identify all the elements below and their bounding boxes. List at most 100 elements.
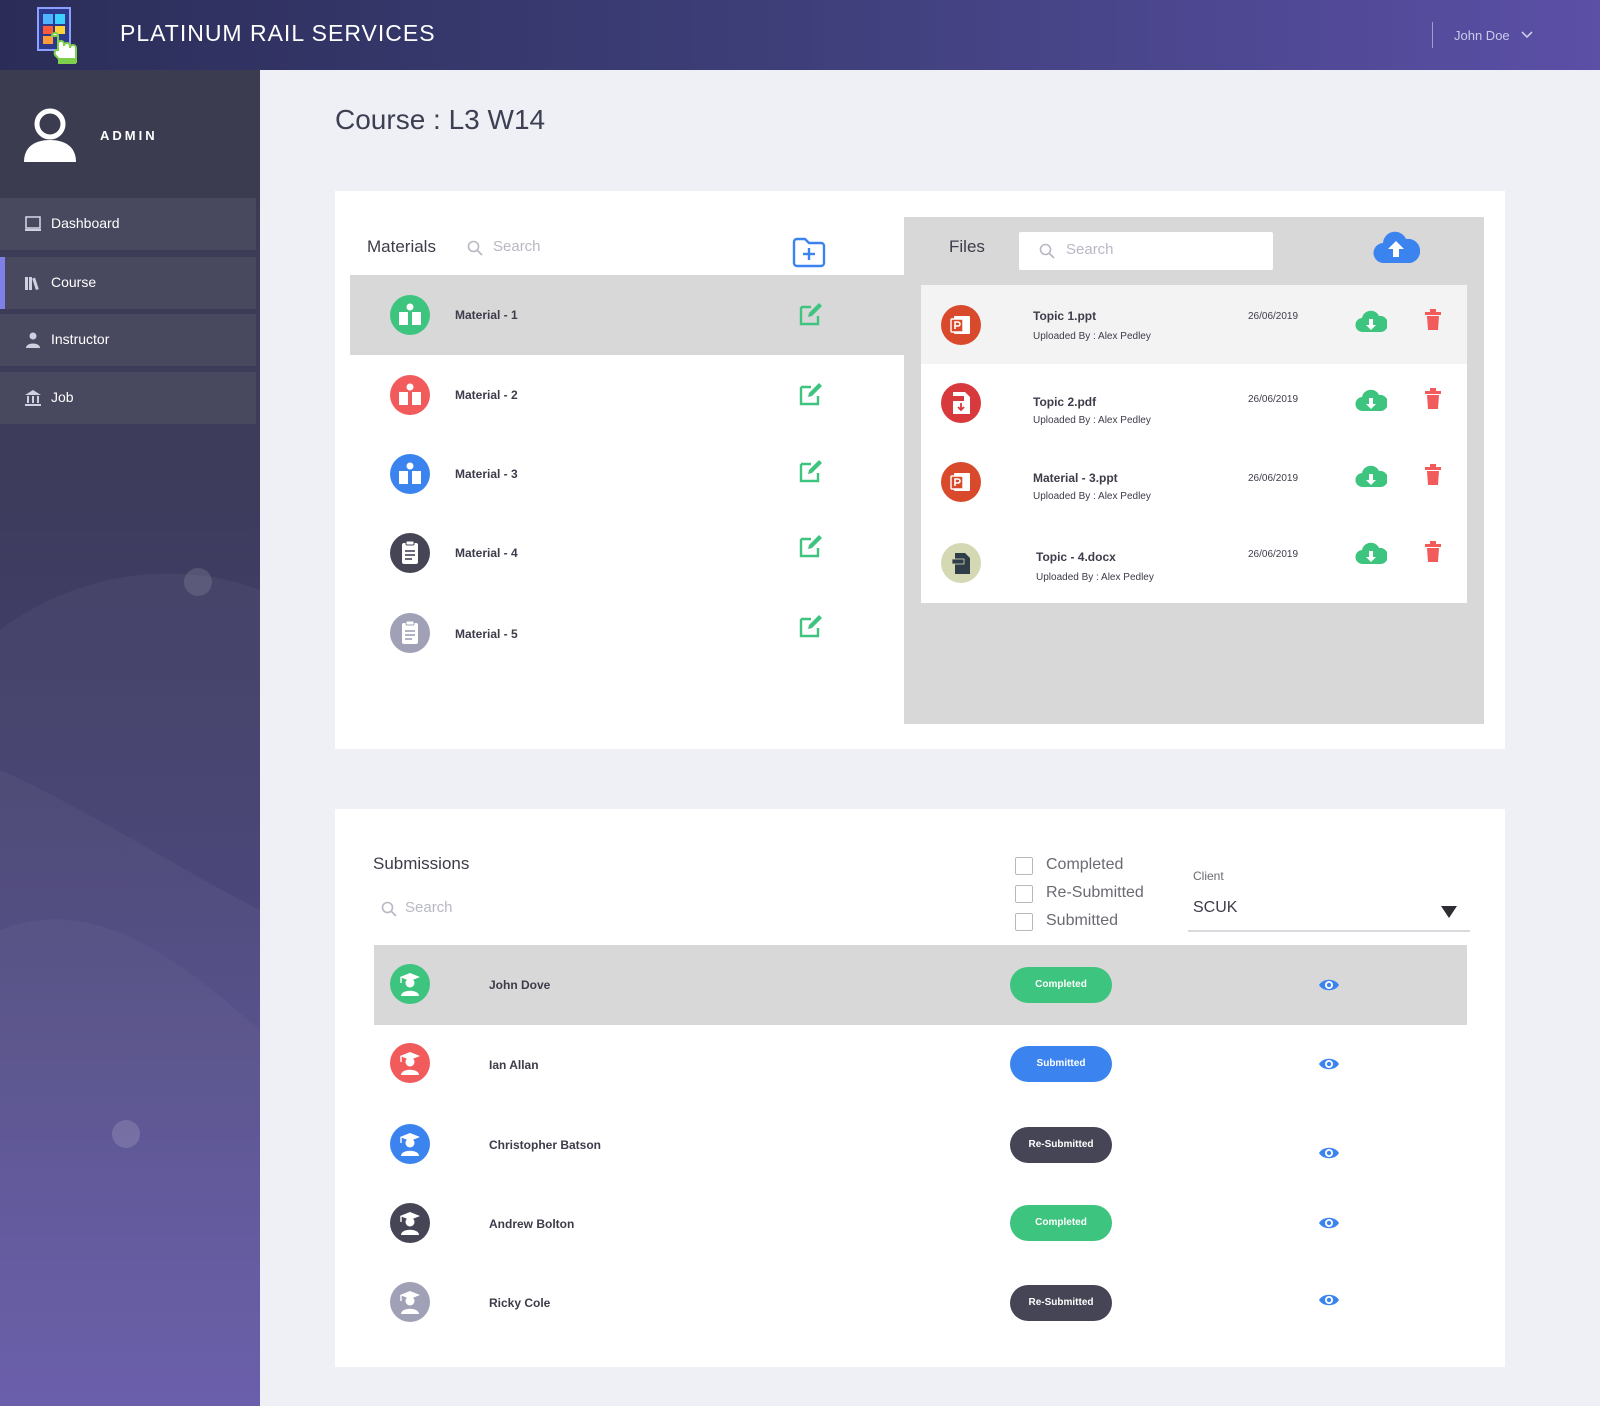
ppt-file-icon [941,462,981,502]
material-row[interactable]: Material - 1 [350,275,905,355]
files-panel: Files Search Topic 1.ppt Uploaded By : A… [904,217,1484,724]
submission-row[interactable]: Ian Allan Submitted [374,1025,1467,1105]
file-row[interactable]: Material - 3.ppt Uploaded By : Alex Pedl… [921,443,1467,522]
submitted-checkbox[interactable] [1015,913,1033,931]
submissions-card: Submissions Search Completed Re-Submitte… [335,809,1505,1367]
person-icon [26,332,40,348]
cloud-upload-icon[interactable] [1372,229,1420,265]
eye-icon[interactable] [1318,977,1340,993]
client-select[interactable]: SCUK [1193,899,1237,917]
materials-title: Materials [367,237,436,256]
student-name: Christopher Batson [489,1138,602,1152]
file-row[interactable]: Topic 2.pdf Uploaded By : Alex Pedley 26… [921,364,1467,443]
user-avatar-icon [24,108,76,162]
files-search-placeholder: Search [1066,241,1114,258]
material-row[interactable]: Material - 3 [350,434,905,514]
files-list: Topic 1.ppt Uploaded By : Alex Pedley 26… [921,285,1467,603]
resubmitted-checkbox[interactable] [1015,885,1033,903]
sidebar-item-course[interactable]: Course [0,257,256,309]
submitted-filter-label: Submitted [1046,912,1119,929]
ppt-file-icon [941,305,981,345]
file-row[interactable]: Topic 1.ppt Uploaded By : Alex Pedley 26… [921,285,1467,364]
completed-filter-label: Completed [1046,856,1124,873]
file-date: 26/06/2019 [1248,549,1299,560]
file-name: Material - 3.ppt [1033,471,1118,485]
top-bar: PLATINUM RAIL SERVICES John Doe [0,0,1600,70]
status-badge: Re-Submitted [1010,1285,1112,1321]
material-row[interactable]: Material - 5 [350,591,905,671]
admin-profile: ADMIN [0,70,260,198]
file-row[interactable]: Topic - 4.docx Uploaded By : Alex Pedley… [921,522,1467,601]
material-label: Material - 1 [455,308,518,322]
chevron-down-icon[interactable] [1520,28,1534,42]
file-date: 26/06/2019 [1248,394,1299,405]
status-badge: Completed [1010,967,1112,1003]
client-label: Client [1193,869,1224,883]
eye-icon[interactable] [1318,1056,1340,1072]
cloud-download-icon[interactable] [1355,389,1387,413]
materials-search-input[interactable]: Search [493,238,541,255]
edit-icon[interactable] [798,459,824,483]
file-name: Topic - 4.docx [1036,550,1116,564]
search-icon [1039,243,1055,259]
student-name: Ricky Cole [489,1296,551,1310]
file-name: Topic 2.pdf [1033,395,1097,409]
submission-row[interactable]: Andrew Bolton Completed [374,1185,1467,1265]
trash-icon[interactable] [1424,464,1442,486]
eye-icon[interactable] [1318,1215,1340,1231]
files-title: Files [949,237,985,256]
status-badge: Re-Submitted [1010,1127,1112,1163]
files-search-input[interactable]: Search [1019,232,1273,270]
submissions-search-input[interactable]: Search [405,899,453,916]
student-avatar-icon [390,1203,430,1243]
edit-icon[interactable] [798,614,824,638]
trash-icon[interactable] [1424,388,1442,410]
submission-row[interactable]: Christopher Batson Re-Submitted [374,1105,1467,1185]
sidebar-item-job[interactable]: Job [0,372,256,424]
cloud-download-icon[interactable] [1355,542,1387,566]
sidebar-item-dashboard[interactable]: Dashboard [0,198,256,250]
clipboard-icon [390,613,430,653]
course-materials-card: Materials Search Material - 1 Material -… [335,191,1505,749]
add-folder-icon[interactable] [791,235,827,269]
sidebar-item-instructor[interactable]: Instructor [0,314,256,366]
completed-checkbox[interactable] [1015,857,1033,875]
sidebar-item-label: Course [51,274,97,290]
resubmitted-filter-label: Re-Submitted [1046,884,1144,901]
student-avatar-icon [390,1124,430,1164]
eye-icon[interactable] [1318,1145,1340,1161]
submission-row[interactable]: Ricky Cole Re-Submitted [374,1265,1467,1345]
material-row[interactable]: Material - 4 [350,514,905,594]
material-label: Material - 4 [455,546,518,560]
search-icon [381,901,397,917]
file-date: 26/06/2019 [1248,473,1299,484]
file-date: 26/06/2019 [1248,311,1299,322]
clipboard-icon [390,533,430,573]
cloud-download-icon[interactable] [1355,465,1387,489]
submission-row[interactable]: John Dove Completed [374,945,1467,1025]
logo-icon[interactable] [36,6,80,64]
app-title: PLATINUM RAIL SERVICES [120,20,436,46]
file-name: Topic 1.ppt [1033,309,1097,323]
edit-icon[interactable] [798,302,824,326]
cloud-download-icon[interactable] [1355,310,1387,334]
file-uploader: Uploaded By : Alex Pedley [1033,331,1151,342]
student-avatar-icon [390,1043,430,1083]
file-uploader: Uploaded By : Alex Pedley [1033,415,1151,426]
books-icon [25,277,39,291]
header-divider [1432,22,1433,48]
bank-icon [25,390,41,406]
user-menu-name[interactable]: John Doe [1454,28,1510,43]
edit-icon[interactable] [798,382,824,406]
dropdown-arrow-icon[interactable] [1440,905,1458,919]
student-name: Andrew Bolton [489,1217,575,1231]
trash-icon[interactable] [1424,541,1442,563]
edit-icon[interactable] [798,534,824,558]
trash-icon[interactable] [1424,309,1442,331]
eye-icon[interactable] [1318,1292,1340,1308]
material-row[interactable]: Material - 2 [350,355,905,435]
sidebar-item-label: Instructor [51,331,110,347]
material-label: Material - 5 [455,627,518,641]
student-avatar-icon [390,964,430,1004]
material-label: Material - 2 [455,388,518,402]
